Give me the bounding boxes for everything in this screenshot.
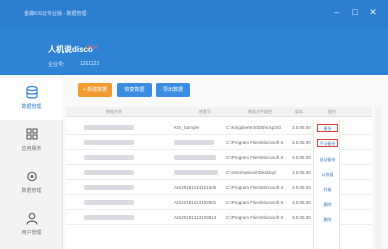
more-action[interactable]: 更多 xyxy=(317,124,338,132)
cell-version: 3.0.05.00 xyxy=(292,125,311,130)
new-data-button[interactable]: + 新建数据 xyxy=(78,83,112,97)
cell-path: C:\Program Files\Microsoft S xyxy=(226,155,284,160)
column-header-version: 版本 xyxy=(295,109,303,114)
sidebar: 数据管理 应用服务 数据管理 用户管理 xyxy=(0,75,63,249)
redacted-id xyxy=(174,170,218,175)
cell-id: KIS_Sample xyxy=(174,125,200,130)
redacted-name xyxy=(84,200,134,205)
cell-id: AIS20181213101505 xyxy=(174,185,217,190)
cell-version: 3.0.05.00 xyxy=(292,170,311,175)
sidebar-item-data[interactable]: 数据管理 xyxy=(0,78,63,120)
sidebar-item-label: 用户管理 xyxy=(21,230,42,236)
cell-version: 3.0.05.00 xyxy=(292,140,311,145)
table-header: 数据名称 账套号 数据文件路径 版本 操作 xyxy=(66,107,372,117)
auto-backup-action[interactable]: 自动备份 xyxy=(317,156,338,164)
upgrade-action[interactable]: 升级 xyxy=(317,186,338,194)
column-header-path: 数据文件路径 xyxy=(248,109,272,114)
redacted-name xyxy=(84,140,134,145)
cell-path: C:\Program Files\Microsoft S xyxy=(226,200,284,205)
redacted-name xyxy=(84,215,134,220)
enterprise-value: 1261123 xyxy=(80,61,100,67)
export-data-button[interactable]: 导出数据 xyxy=(156,83,190,97)
minimize-icon[interactable]: – xyxy=(330,6,344,18)
cell-path: C:\Kingdee\KIS\DB\Kisp3\G xyxy=(226,125,282,130)
manual-backup-action[interactable]: 手动备份 xyxy=(317,139,338,147)
sidebar-item-settings[interactable]: 数据管理 xyxy=(0,162,63,204)
redacted-id xyxy=(174,155,216,160)
title-bar: 金蝶KIS云专业版 - 数据管理 – □ ✕ xyxy=(0,0,388,29)
redacted-name xyxy=(84,155,134,160)
redacted-name xyxy=(84,185,134,190)
action-menu: 更多 手动备份 自动备份 从恢复 升级 删除 删除 xyxy=(313,120,340,249)
maximize-icon[interactable]: □ xyxy=(348,6,362,18)
user-icon xyxy=(26,212,38,225)
cell-path: C:\Program Files\Microsoft S xyxy=(226,215,284,220)
sidebar-item-label: 数据管理 xyxy=(21,188,42,194)
delete-action-2[interactable]: 删除 xyxy=(317,216,338,224)
sidebar-item-users[interactable]: 用户管理 xyxy=(0,204,63,246)
cell-version: 3.0.05.00 xyxy=(292,215,311,220)
database-icon xyxy=(26,86,38,99)
delete-action[interactable]: 删除 xyxy=(317,201,338,209)
gear-icon xyxy=(27,171,37,182)
apps-icon xyxy=(26,128,38,140)
app-window: 金蝶KIS云专业版 - 数据管理 – □ ✕ 人机说disco (Pro) 企业… xyxy=(0,0,388,249)
cell-id: AIS20181213102501 xyxy=(174,200,217,205)
cell-version: 3.0.05.00 xyxy=(292,155,311,160)
close-icon[interactable]: ✕ xyxy=(366,6,380,18)
cell-version: 3.0.05.00 xyxy=(292,200,311,205)
sidebar-item-label: 数据管理 xyxy=(21,104,42,110)
table-scrollbar[interactable] xyxy=(375,107,381,249)
restore-data-button[interactable]: 恢复数据 xyxy=(117,83,152,97)
column-header-name: 数据名称 xyxy=(106,109,122,114)
sidebar-item-label: 应用服务 xyxy=(21,146,42,152)
redacted-name xyxy=(84,170,134,175)
restore-action[interactable]: 从恢复 xyxy=(317,171,338,179)
column-header-id: 账套号 xyxy=(199,109,211,114)
enterprise-label: 企业号: xyxy=(48,62,65,68)
version-badge: (Pro) xyxy=(86,45,98,51)
cell-path: C:\Users\weixin\Desktop\ xyxy=(226,170,277,175)
cell-version: 3.0.05.00 xyxy=(292,185,311,190)
cell-path: C:\Program Files\Microsoft S xyxy=(226,185,284,190)
window-title: 金蝶KIS云专业版 - 数据管理 xyxy=(24,11,87,17)
redacted-id xyxy=(174,140,214,145)
cell-path: C:\Program Files\Microsoft S xyxy=(226,140,284,145)
cell-id: AIS20181213103813 xyxy=(174,215,217,220)
sidebar-item-apps[interactable]: 应用服务 xyxy=(0,120,63,162)
redacted-name xyxy=(84,125,134,130)
account-header: 人机说disco (Pro) 企业号: 1261123 xyxy=(0,29,388,75)
column-header-actions: 操作 xyxy=(328,109,336,114)
